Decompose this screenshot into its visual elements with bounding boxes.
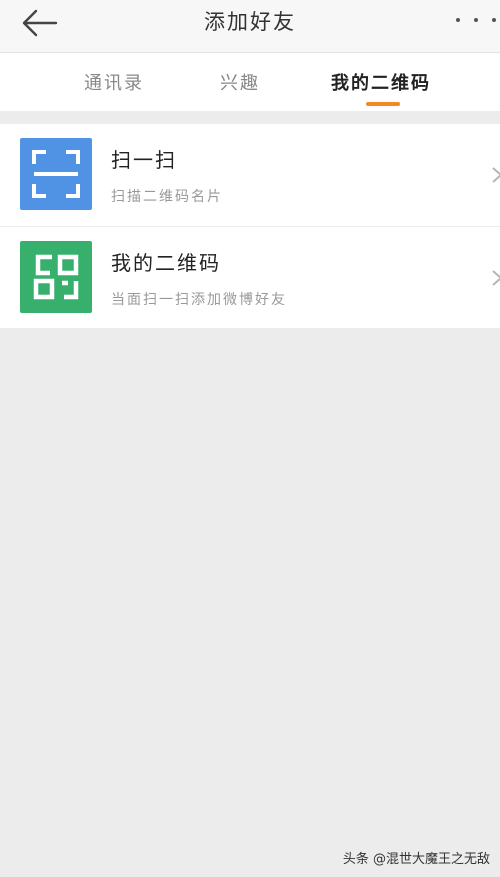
- tab-my-qr-code[interactable]: 我的二维码: [331, 69, 431, 95]
- tab-contacts[interactable]: 通讯录: [84, 69, 144, 95]
- watermark: 头条 @混世大魔王之无敌: [342, 852, 490, 867]
- options-list: 扫一扫 扫描二维码名片 我的二维码 当面扫一扫添加微博好友: [0, 124, 500, 328]
- more-dots-icon: [456, 18, 460, 22]
- scan-icon: [20, 138, 92, 210]
- active-tab-indicator: [366, 102, 400, 106]
- chevron-right-icon: [492, 167, 500, 183]
- list-item-title: 扫一扫: [111, 148, 177, 172]
- page-title: 添加好友: [204, 10, 296, 34]
- more-button[interactable]: [456, 10, 496, 30]
- top-bar: 添加好友: [0, 0, 500, 53]
- tab-bar: 通讯录 兴趣 我的二维码: [0, 53, 500, 111]
- tab-interests[interactable]: 兴趣: [220, 69, 260, 95]
- list-item-subtitle: 扫描二维码名片: [111, 189, 223, 205]
- list-item-scan[interactable]: 扫一扫 扫描二维码名片: [0, 124, 500, 227]
- list-item-subtitle: 当面扫一扫添加微博好友: [111, 292, 287, 308]
- list-item-title: 我的二维码: [111, 251, 221, 275]
- qr-code-icon: [20, 241, 92, 313]
- chevron-right-icon: [492, 270, 500, 286]
- list-item-my-qr-code[interactable]: 我的二维码 当面扫一扫添加微博好友: [0, 227, 500, 328]
